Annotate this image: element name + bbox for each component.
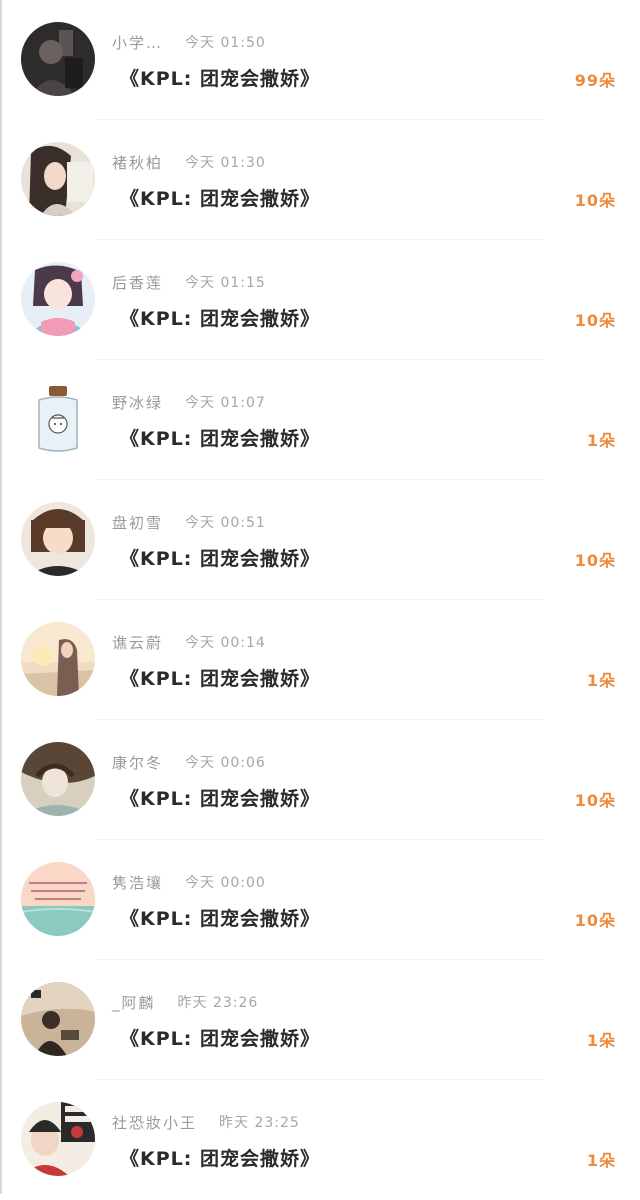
sender-name[interactable]: 社恐妝小王 bbox=[112, 1112, 197, 1133]
flower-count: 1朵 bbox=[586, 1151, 616, 1170]
timestamp: 今天 00:14 bbox=[185, 635, 266, 651]
list-item[interactable]: 小学… 今天 01:50 《KPL: 团宠会撒娇》 99朵 bbox=[0, 0, 640, 120]
item-meta: 野冰绿 今天 01:07 bbox=[112, 390, 266, 414]
message-text: 《KPL: 团宠会撒娇》 bbox=[120, 1148, 320, 1170]
avatar-person-outdoor-icon bbox=[21, 982, 95, 1056]
avatar[interactable] bbox=[21, 142, 95, 216]
flower-count: 10朵 bbox=[574, 911, 616, 930]
message-text: 《KPL: 团宠会撒娇》 bbox=[120, 668, 320, 690]
sender-name[interactable]: 小学… bbox=[112, 32, 163, 53]
avatar-girl-photo-icon bbox=[21, 142, 95, 216]
avatar-poster-icon bbox=[21, 1102, 95, 1176]
timestamp: 昨天 23:26 bbox=[177, 995, 259, 1011]
list-item[interactable]: _阿麟 昨天 23:26 《KPL: 团宠会撒娇》 1朵 bbox=[0, 960, 640, 1080]
avatar[interactable] bbox=[21, 742, 95, 816]
item-meta: 后香莲 今天 01:15 bbox=[112, 270, 266, 294]
avatar-anime-girl-icon bbox=[21, 262, 95, 336]
list-item[interactable]: 盘初雪 今天 00:51 《KPL: 团宠会撒娇》 10朵 bbox=[0, 480, 640, 600]
timestamp: 今天 00:06 bbox=[185, 755, 266, 771]
item-meta: 康尔冬 今天 00:06 bbox=[112, 750, 266, 774]
message-text: 《KPL: 团宠会撒娇》 bbox=[120, 1028, 320, 1050]
sender-name[interactable]: 后香莲 bbox=[112, 272, 163, 293]
timestamp: 今天 01:15 bbox=[185, 275, 266, 291]
sender-name[interactable]: _阿麟 bbox=[112, 992, 156, 1013]
timestamp: 今天 00:00 bbox=[185, 875, 266, 891]
sender-name[interactable]: 盘初雪 bbox=[112, 512, 163, 533]
avatar-bottle-icon bbox=[21, 382, 95, 456]
list-item[interactable]: 野冰绿 今天 01:07 《KPL: 团宠会撒娇》 1朵 bbox=[0, 360, 640, 480]
flower-count: 1朵 bbox=[586, 671, 616, 690]
flower-count: 10朵 bbox=[574, 791, 616, 810]
list-item[interactable]: 康尔冬 今天 00:06 《KPL: 团宠会撒娇》 10朵 bbox=[0, 720, 640, 840]
message-text: 《KPL: 团宠会撒娇》 bbox=[120, 788, 320, 810]
timestamp: 今天 01:50 bbox=[185, 35, 266, 51]
avatar[interactable] bbox=[21, 982, 95, 1056]
avatar-text-sea-icon bbox=[21, 862, 95, 936]
list-item[interactable]: 谯云蔚 今天 00:14 《KPL: 团宠会撒娇》 1朵 bbox=[0, 600, 640, 720]
message-text: 《KPL: 团宠会撒娇》 bbox=[120, 428, 320, 450]
sender-name[interactable]: 褚秋柏 bbox=[112, 152, 163, 173]
sender-name[interactable]: 谯云蔚 bbox=[112, 632, 163, 653]
sender-name[interactable]: 隽浩壤 bbox=[112, 872, 163, 893]
list-item[interactable]: 后香莲 今天 01:15 《KPL: 团宠会撒娇》 10朵 bbox=[0, 240, 640, 360]
avatar[interactable] bbox=[21, 1102, 95, 1176]
avatar[interactable] bbox=[21, 22, 95, 96]
sender-name[interactable]: 康尔冬 bbox=[112, 752, 163, 773]
avatar[interactable] bbox=[21, 502, 95, 576]
item-meta: 隽浩壤 今天 00:00 bbox=[112, 870, 266, 894]
avatar-child-photo-icon bbox=[21, 502, 95, 576]
message-text: 《KPL: 团宠会撒娇》 bbox=[120, 908, 320, 930]
item-meta: 谯云蔚 今天 00:14 bbox=[112, 630, 266, 654]
item-meta: 褚秋柏 今天 01:30 bbox=[112, 150, 266, 174]
flower-count: 1朵 bbox=[586, 431, 616, 450]
avatar[interactable] bbox=[21, 262, 95, 336]
timestamp: 今天 01:07 bbox=[185, 395, 266, 411]
item-meta: 盘初雪 今天 00:51 bbox=[112, 510, 266, 534]
avatar-dark-photo-icon bbox=[21, 22, 95, 96]
sender-name[interactable]: 野冰绿 bbox=[112, 392, 163, 413]
avatar-sunset-girl-icon bbox=[21, 622, 95, 696]
message-text: 《KPL: 团宠会撒娇》 bbox=[120, 188, 320, 210]
message-text: 《KPL: 团宠会撒娇》 bbox=[120, 308, 320, 330]
gift-list: 小学… 今天 01:50 《KPL: 团宠会撒娇》 99朵 褚秋柏 今天 01:… bbox=[0, 0, 640, 1194]
flower-count: 10朵 bbox=[574, 551, 616, 570]
avatar[interactable] bbox=[21, 382, 95, 456]
avatar-illustration-icon bbox=[21, 742, 95, 816]
list-item[interactable]: 隽浩壤 今天 00:00 《KPL: 团宠会撒娇》 10朵 bbox=[0, 840, 640, 960]
avatar[interactable] bbox=[21, 862, 95, 936]
item-meta: _阿麟 昨天 23:26 bbox=[112, 990, 258, 1014]
avatar[interactable] bbox=[21, 622, 95, 696]
item-meta: 社恐妝小王 昨天 23:25 bbox=[112, 1110, 300, 1134]
timestamp: 今天 00:51 bbox=[185, 515, 266, 531]
list-item[interactable]: 社恐妝小王 昨天 23:25 《KPL: 团宠会撒娇》 1朵 bbox=[0, 1080, 640, 1200]
timestamp: 昨天 23:25 bbox=[219, 1115, 300, 1131]
message-text: 《KPL: 团宠会撒娇》 bbox=[120, 68, 320, 90]
flower-count: 99朵 bbox=[574, 71, 616, 90]
flower-count: 1朵 bbox=[586, 1031, 616, 1050]
flower-count: 10朵 bbox=[574, 311, 616, 330]
list-item[interactable]: 褚秋柏 今天 01:30 《KPL: 团宠会撒娇》 10朵 bbox=[0, 120, 640, 240]
timestamp: 今天 01:30 bbox=[185, 155, 266, 171]
flower-count: 10朵 bbox=[574, 191, 616, 210]
item-meta: 小学… 今天 01:50 bbox=[112, 30, 266, 54]
message-text: 《KPL: 团宠会撒娇》 bbox=[120, 548, 320, 570]
